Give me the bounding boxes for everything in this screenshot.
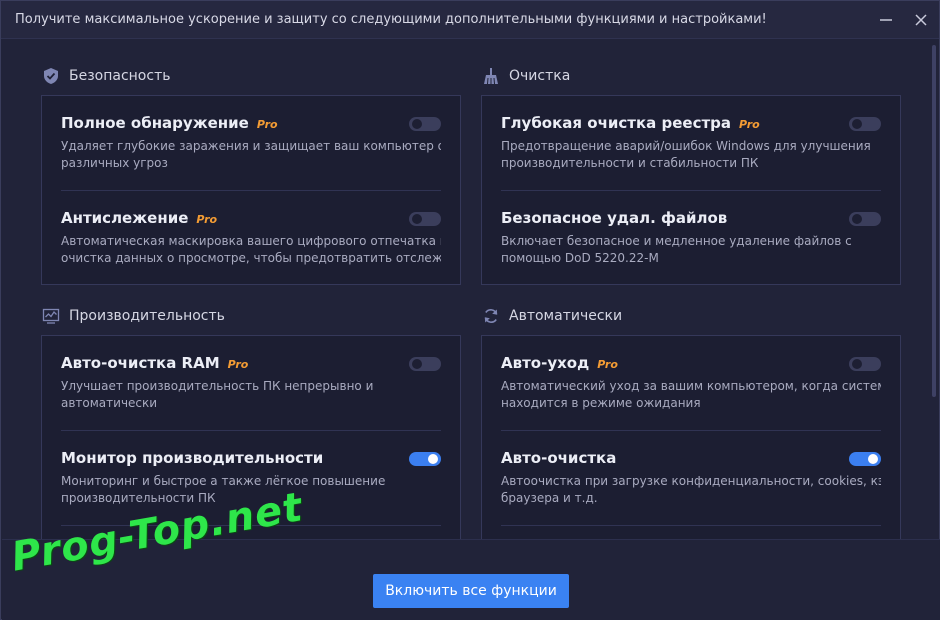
pro-badge: Pro [256, 118, 278, 131]
toggle-knob [868, 454, 878, 464]
section-security-header: Безопасность [41, 64, 170, 88]
toggle-knob [852, 214, 862, 224]
section-cleaning-header: Очистка [481, 64, 570, 88]
section-performance-header: Производительность [41, 304, 225, 328]
broom-icon [481, 66, 501, 86]
section-performance-label: Производительность [69, 308, 225, 324]
cleaning-card: Глубокая очистка реестра Pro Предотвраще… [481, 95, 901, 285]
deep-registry-clean-toggle[interactable] [849, 117, 881, 131]
performance-monitor-toggle[interactable] [409, 452, 441, 466]
divider [501, 430, 881, 431]
toggle-knob [412, 119, 422, 129]
title-bar: Получите максимальное ускорение и защиту… [1, 1, 939, 39]
automatic-card: Авто-уход Pro Автоматический уход за ваш… [481, 335, 901, 539]
feature-description: Автоматический уход за вашим компьютером… [501, 379, 881, 410]
shield-icon [41, 66, 61, 86]
secure-file-delete-toggle[interactable] [849, 212, 881, 226]
section-security-label: Безопасность [69, 68, 171, 84]
auto-ram-clean-toggle[interactable] [409, 357, 441, 371]
feature-title: Глубокая очистка реестра [501, 114, 732, 132]
minimize-button[interactable] [875, 9, 897, 31]
feature-title: Авто-очистка [501, 449, 617, 467]
feature-title: Авто-уход [501, 354, 590, 372]
toggle-knob [852, 359, 862, 369]
close-icon [915, 14, 927, 26]
divider [501, 525, 881, 526]
toggle-knob [428, 454, 438, 464]
feature-title: Антислежение [61, 209, 189, 227]
refresh-icon [481, 306, 501, 326]
divider [501, 190, 881, 191]
divider [61, 190, 441, 191]
feature-description: Предотвращение аварий/ошибок Windows для… [501, 139, 871, 170]
feature-description: Включает безопасное и медленное удаление… [501, 234, 852, 265]
minimize-icon [880, 19, 892, 21]
toggle-knob [412, 214, 422, 224]
section-automatic-label: Автоматически [509, 308, 623, 324]
auto-clean-toggle[interactable] [849, 452, 881, 466]
security-card: Полное обнаружение Pro Удаляет глубокие … [41, 95, 461, 285]
feature-description: Улучшает производительность ПК непрерывн… [61, 379, 374, 410]
feature-title: Безопасное удал. файлов [501, 209, 728, 227]
window-title: Получите максимальное ускорение и защиту… [15, 12, 767, 27]
toggle-knob [412, 359, 422, 369]
full-detection-toggle[interactable] [409, 117, 441, 131]
feature-title: Полное обнаружение [61, 114, 249, 132]
auto-care-toggle[interactable] [849, 357, 881, 371]
pro-badge: Pro [196, 213, 218, 226]
enable-all-button[interactable]: Включить все функции [373, 574, 569, 608]
antitracking-toggle[interactable] [409, 212, 441, 226]
section-automatic-header: Автоматически [481, 304, 622, 328]
scrollbar-thumb[interactable] [932, 45, 936, 397]
feature-title: Авто-очистка RAM [61, 354, 220, 372]
toggle-knob [852, 119, 862, 129]
close-button[interactable] [910, 9, 932, 31]
feature-description: Автоочистка при загрузке конфиденциально… [501, 474, 881, 505]
section-cleaning-label: Очистка [509, 68, 571, 84]
divider [61, 430, 441, 431]
feature-title: Монитор производительности [61, 449, 324, 467]
pro-badge: Pro [227, 358, 249, 371]
monitor-chart-icon [41, 306, 61, 326]
pro-badge: Pro [597, 358, 618, 371]
feature-description: Автоматическая маскировка вашего цифрово… [61, 234, 441, 265]
feature-description: Удаляет глубокие заражения и защищает ва… [61, 139, 441, 170]
pro-badge: Pro [739, 118, 760, 131]
